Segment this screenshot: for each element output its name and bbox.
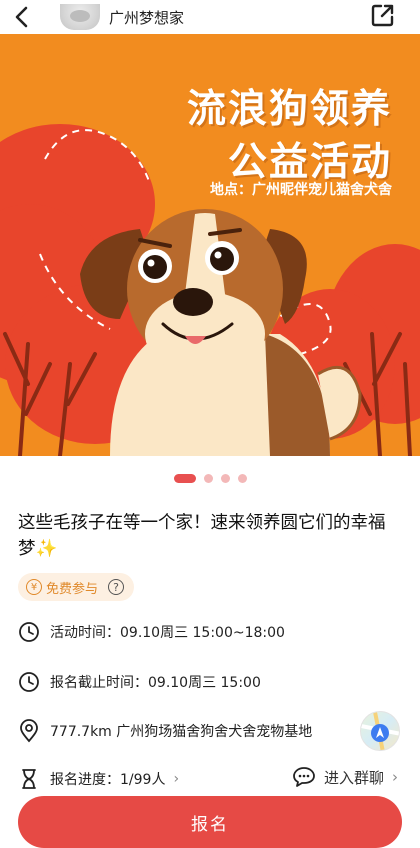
map-navigation-button[interactable] [360, 711, 400, 751]
signup-progress: 报名进度：1/99人 [50, 772, 166, 788]
top-bar: 广州梦想家 [0, 0, 420, 34]
carousel-dot-4[interactable] [237, 474, 247, 483]
clock-icon [19, 672, 39, 692]
share-button[interactable] [370, 2, 396, 28]
carousel-indicator [0, 474, 420, 483]
deadline-time: 报名截止时间：09.10周三 15:00 [50, 675, 261, 691]
event-title: 这些毛孩子在等一个家！速来领养圆它们的幸福梦✨ [18, 513, 386, 559]
yen-icon: ¥ [26, 579, 42, 595]
chevron-left-icon [15, 6, 28, 28]
carousel-dot-1[interactable] [173, 474, 196, 483]
event-time-row: 活动时间：09.10周三 15:00~18:00 [18, 620, 285, 644]
location-text: 777.7km 广州狗场猫舍狗舍犬舍宠物基地 [50, 724, 313, 740]
signup-button[interactable]: 报名 [18, 796, 402, 848]
deadline-row: 报名截止时间：09.10周三 15:00 [18, 670, 261, 694]
map-navigation-icon [361, 712, 399, 750]
banner-carousel[interactable]: 流浪狗领养 公益活动 地点：广州昵伴宠儿猫舍犬舍 [0, 34, 420, 456]
banner-title-line1: 流浪狗领养 [186, 87, 392, 132]
join-group-chat[interactable]: 进入群聊 › [292, 766, 398, 788]
signup-progress-row[interactable]: 报名进度：1/99人 › [18, 768, 179, 790]
clock-icon [19, 622, 39, 642]
chevron-right-icon: › [173, 771, 180, 787]
group-chat-label: 进入群聊 [323, 768, 384, 787]
share-export-icon [371, 4, 394, 27]
location-row[interactable]: 777.7km 广州狗场猫舍狗舍犬舍宠物基地 [18, 719, 312, 743]
event-time: 活动时间：09.10周三 15:00~18:00 [50, 625, 285, 641]
back-button[interactable] [0, 0, 44, 34]
chat-bubble-icon [293, 767, 315, 787]
tag-label: 免费参与 [46, 581, 99, 597]
org-avatar[interactable] [60, 4, 100, 30]
hourglass-icon [22, 769, 36, 789]
carousel-dot-2[interactable] [203, 474, 213, 483]
carousel-dot-3[interactable] [220, 474, 230, 483]
location-pin-icon [20, 719, 38, 743]
free-tag: ¥ 免费参与 ? [18, 573, 135, 601]
help-icon[interactable]: ? [108, 579, 125, 595]
org-name[interactable]: 广州梦想家 [109, 7, 184, 28]
banner-location: 地点：广州昵伴宠儿猫舍犬舍 [210, 182, 392, 198]
chevron-right-icon: › [392, 768, 398, 786]
